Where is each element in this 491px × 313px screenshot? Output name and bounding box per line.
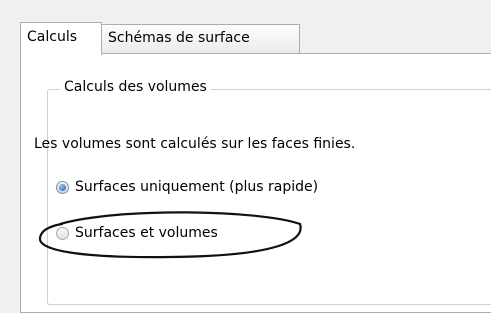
option-surfaces-only[interactable]: Surfaces uniquement (plus rapide) bbox=[56, 179, 318, 195]
volume-calculation-group: Calculs des volumes bbox=[47, 79, 491, 305]
option-surfaces-only-label: Surfaces uniquement (plus rapide) bbox=[75, 179, 319, 195]
option-surfaces-and-volumes[interactable]: Surfaces et volumes bbox=[56, 225, 218, 241]
tab-schemas-de-surface[interactable]: Schémas de surface bbox=[101, 24, 300, 53]
description-text: Les volumes sont calculés sur les faces … bbox=[34, 136, 356, 152]
radio-unchecked-icon[interactable] bbox=[56, 226, 69, 240]
tab-calculs[interactable]: Calculs bbox=[20, 22, 102, 55]
group-title: Calculs des volumes bbox=[60, 79, 211, 95]
radio-checked-icon[interactable] bbox=[56, 180, 69, 194]
option-surfaces-and-volumes-label: Surfaces et volumes bbox=[75, 225, 218, 241]
